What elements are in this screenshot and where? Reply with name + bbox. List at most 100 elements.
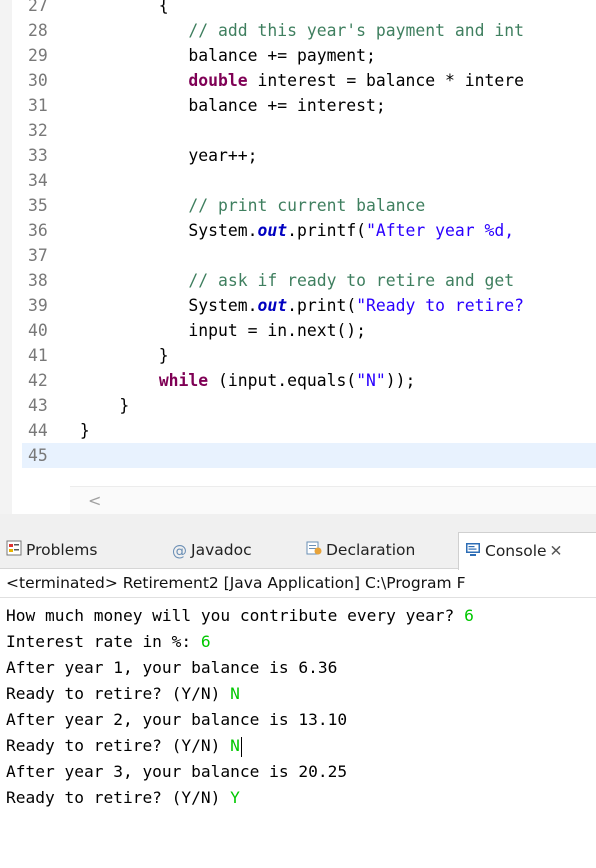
code-text: System.out.printf("After year %d, — [70, 221, 524, 240]
console-user-input: 6 — [464, 606, 474, 625]
code-editor[interactable]: 27 {28 // add this year's payment and in… — [0, 0, 596, 515]
console-line: Ready to retire? (Y/N) Y — [6, 785, 240, 811]
tab-javadoc[interactable]: @ Javadoc — [172, 532, 252, 568]
code-token: interest = balance * intere — [247, 71, 524, 90]
code-text: while (input.equals("N")); — [70, 371, 416, 390]
code-token: (input.equals( — [208, 371, 357, 390]
line-number: 27 — [28, 0, 48, 15]
code-token: .print( — [287, 296, 357, 315]
line-number: 30 — [28, 71, 48, 90]
code-line[interactable]: 43 } — [22, 393, 596, 418]
code-token: .printf( — [287, 221, 367, 240]
field-token: out — [257, 221, 288, 240]
code-line[interactable]: 41 } — [22, 343, 596, 368]
comment-token: // ask if ready to retire and get — [188, 271, 515, 290]
code-line[interactable]: 37 — [22, 243, 596, 268]
console-output-text: Interest rate in %: — [6, 632, 201, 651]
close-icon[interactable]: ✕ — [550, 542, 563, 560]
view-separator — [0, 514, 596, 532]
code-line[interactable]: 38 // ask if ready to retire and get — [22, 268, 596, 293]
tab-declaration[interactable]: Declaration — [306, 532, 415, 568]
code-text: year++; — [70, 146, 258, 165]
code-line[interactable]: 45 — [22, 443, 596, 468]
line-number: 38 — [28, 271, 48, 290]
view-tab-bar: Problems @ Javadoc Declaration Console ✕ — [0, 532, 596, 570]
code-text: balance += payment; — [70, 46, 376, 65]
line-number: 35 — [28, 196, 48, 215]
line-number: 41 — [28, 346, 48, 365]
code-line[interactable]: 39 System.out.print("Ready to retire? — [22, 293, 596, 318]
code-line[interactable]: 40 input = in.next(); — [22, 318, 596, 343]
line-number: 43 — [28, 396, 48, 415]
line-number: 29 — [28, 46, 48, 65]
line-number: 44 — [28, 421, 48, 440]
code-line[interactable]: 44 } — [22, 418, 596, 443]
tab-problems-label: Problems — [26, 541, 98, 559]
code-line[interactable]: 34 — [22, 168, 596, 193]
code-text: } — [70, 346, 169, 365]
code-text: // print current balance — [70, 196, 425, 215]
comment-token: // print current balance — [188, 196, 426, 215]
keyword-token: double — [188, 71, 248, 90]
console-user-input: 6 — [200, 632, 211, 651]
console-user-input: N — [230, 684, 240, 703]
code-text: } — [70, 396, 129, 415]
text-caret — [240, 736, 243, 757]
code-line[interactable]: 31 balance += interest; — [22, 93, 596, 118]
tab-declaration-label: Declaration — [326, 541, 416, 559]
console-icon — [465, 534, 481, 570]
code-line[interactable]: 29 balance += payment; — [22, 43, 596, 68]
line-number: 39 — [28, 296, 48, 315]
scroll-left-arrow-icon[interactable]: < — [88, 491, 101, 510]
line-number: 31 — [28, 96, 48, 115]
code-token: } — [70, 396, 130, 415]
code-line[interactable]: 35 // print current balance — [22, 193, 596, 218]
tab-javadoc-label: Javadoc — [191, 541, 252, 559]
console-output-text: After year 3, your balance is 20.25 — [6, 762, 348, 781]
code-token: )); — [385, 371, 416, 390]
console-line: After year 1, your balance is 6.36 — [6, 655, 337, 681]
code-text: // add this year's payment and int — [70, 21, 524, 40]
code-token: year++; — [70, 146, 258, 165]
string-token: "Ready to retire? — [356, 296, 524, 315]
code-token: input = in.next(); — [70, 321, 367, 340]
tab-console[interactable]: Console ✕ — [458, 532, 596, 570]
code-token: System. — [70, 296, 258, 315]
console-line: Ready to retire? (Y/N) N — [6, 681, 240, 707]
tab-problems[interactable]: Problems — [6, 532, 97, 568]
line-number: 37 — [28, 246, 48, 265]
code-token: balance += interest; — [70, 96, 386, 115]
console-line: How much money will you contribute every… — [6, 603, 474, 629]
line-number: 42 — [28, 371, 48, 390]
code-line[interactable]: 42 while (input.equals("N")); — [22, 368, 596, 393]
code-line[interactable]: 33 year++; — [22, 143, 596, 168]
folding-margin — [12, 0, 22, 514]
code-line[interactable]: 28 // add this year's payment and int — [22, 18, 596, 43]
code-line[interactable]: 32 — [22, 118, 596, 143]
console-user-input: N — [230, 736, 240, 755]
line-number: 36 — [28, 221, 48, 240]
code-text: balance += interest; — [70, 96, 386, 115]
code-text: double interest = balance * intere — [70, 71, 524, 90]
horizontal-scrollbar[interactable]: < — [70, 486, 596, 515]
console-line: Ready to retire? (Y/N) N — [6, 733, 243, 759]
code-text: { — [70, 0, 169, 15]
javadoc-icon: @ — [172, 541, 187, 560]
code-line[interactable]: 36 System.out.printf("After year %d, — [22, 218, 596, 243]
code-text: System.out.print("Ready to retire? — [70, 296, 524, 315]
code-text: } — [70, 421, 90, 440]
line-number: 40 — [28, 321, 48, 340]
code-token: } — [70, 346, 169, 365]
code-line[interactable]: 27 { — [22, 0, 596, 18]
problems-icon — [6, 533, 22, 569]
code-token: balance += payment; — [70, 46, 376, 65]
code-line[interactable]: 30 double interest = balance * intere — [22, 68, 596, 93]
console-output-text: Ready to retire? (Y/N) — [6, 788, 231, 807]
string-token: "After year %d, — [366, 221, 524, 240]
console-user-input: Y — [230, 788, 240, 807]
